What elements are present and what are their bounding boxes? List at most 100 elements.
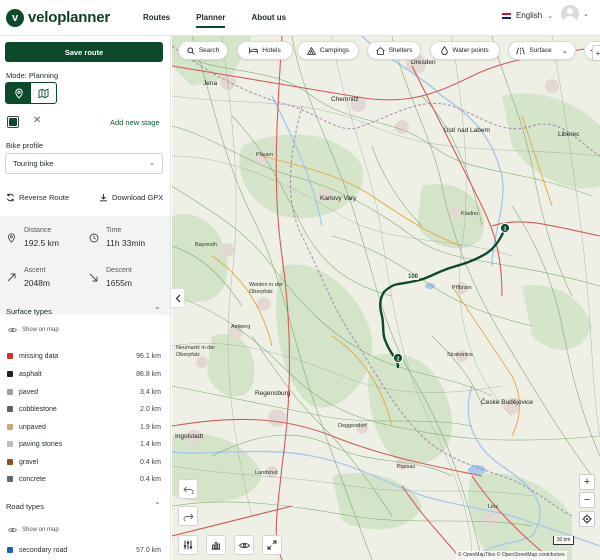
bar-chart-icon [211,542,221,550]
undo-icon [182,486,193,494]
place-label: České Budějovice [481,399,534,406]
search-chip[interactable]: Search [178,41,228,60]
chevron-down-icon: ⌄ [561,47,568,55]
map-attribution[interactable]: © OpenMapTiles © OpenStreetMap contribut… [456,551,567,560]
ascent-label: Ascent [24,267,46,274]
extra-control-button[interactable]: + [592,45,600,61]
show-on-map-label: Show on map [22,527,59,533]
undo-button[interactable] [178,479,198,499]
chevron-down-icon: ⌄ [583,11,589,18]
eye-icon [8,328,17,332]
eye-icon [238,542,250,548]
show-on-map-label: Show on map [22,327,59,333]
place-label: Linz [488,504,499,510]
map-canvas[interactable]: 1 2 100 [172,36,600,560]
road-show-on-map-toggle[interactable]: Show on map [8,527,59,533]
chevron-up-icon[interactable]: ⌃ [154,306,161,315]
chip-label: Campings [319,47,350,54]
stage-color-swatch[interactable] [7,116,19,128]
visibility-button[interactable] [234,535,254,555]
elevation-chart-button[interactable] [206,535,226,555]
download-gpx-label: Download GPX [112,193,164,202]
planning-mode-button[interactable] [6,83,31,103]
surface-name: paving stones [19,440,63,448]
distance-stat: Distance 192.5 km [24,227,59,248]
reverse-route-button[interactable]: Reverse Route [6,193,69,202]
sliders-icon [183,540,193,550]
surface-chip[interactable]: Surface ⌄ [508,41,576,60]
chip-label: Water points [452,47,489,54]
place-label: Jena [203,80,218,87]
route-stats: Distance 192.5 km Time 11h 33min Ascent … [0,216,170,315]
surface-distance: 96.1 km [136,352,161,360]
surface-show-on-map-toggle[interactable]: Show on map [8,327,59,333]
surface-name: gravel [19,458,39,466]
ascent-arrow-icon [7,273,16,282]
bike-profile-select[interactable]: Touring bike ⌄ [5,153,163,174]
km-marker-label: 100 [407,274,420,280]
clock-icon [89,233,99,243]
close-icon[interactable]: ✕ [33,115,41,126]
time-value: 11h 33min [106,238,146,248]
locate-me-button[interactable] [579,511,595,527]
color-swatch [7,547,13,553]
chevron-down-icon: ⌄ [547,12,554,20]
color-swatch [7,389,13,395]
road-surface-icon [516,46,526,55]
language-selector[interactable]: English ⌄ [502,11,553,20]
settings-sliders-button[interactable] [178,535,198,555]
download-gpx-button[interactable]: Download GPX [99,193,163,202]
color-swatch [7,441,13,447]
collapse-sidebar-button[interactable] [171,288,185,308]
route-actions: Reverse Route Download GPX [6,193,164,205]
logo[interactable]: v veloplanner [6,8,110,27]
surface-distance: 3.4 km [139,388,161,396]
save-route-button[interactable]: Save route [5,42,163,62]
chevron-left-icon [175,294,180,302]
fullscreen-button[interactable] [262,535,282,555]
redo-button[interactable] [178,506,198,526]
mode-toggle [5,82,57,104]
chevron-down-icon: ⌄ [149,160,155,167]
ascent-stat: Ascent 2048m [24,267,50,288]
place-label: Dresden [411,59,436,66]
nav-planner[interactable]: Planner [183,0,238,36]
color-swatch [7,476,13,482]
water-points-chip[interactable]: Water points [430,41,500,60]
place-label: Regensburg [255,390,291,397]
legend-row: cobblestone 2.0 km [7,404,161,414]
legend-row: secondary road 57.0 km [7,545,161,555]
main-nav: Routes Planner About us [130,0,299,36]
place-label: Amberg [231,324,251,330]
reverse-icon [7,193,14,202]
place-label: Chemnitz [331,96,359,103]
logo-text: veloplanner [28,9,110,26]
zoom-out-button[interactable]: − [579,492,595,508]
ascent-value: 2048m [24,278,50,288]
zoom-in-button[interactable]: + [579,474,595,490]
nav-about-us[interactable]: About us [238,0,299,36]
map-pin-icon [14,87,23,99]
place-label: Liberec [558,131,580,138]
chevron-up-icon[interactable]: ⌃ [154,501,161,510]
surface-name: missing data [19,352,59,360]
surface-name: asphalt [19,370,42,378]
campings-chip[interactable]: Campings [297,41,359,60]
map-icon [38,88,49,98]
nav-routes[interactable]: Routes [130,0,183,36]
legend-row: concrete 0.4 km [7,474,161,484]
hotels-chip[interactable]: Hotels [237,41,293,60]
distance-value: 192.5 km [24,238,59,248]
chip-label: Surface [529,47,552,54]
map-mode-button[interactable] [31,83,56,103]
add-new-stage-link[interactable]: Add new stage [110,118,160,127]
road-name: secondary road [19,546,68,554]
user-menu[interactable]: ⌄ [561,5,589,23]
color-swatch [7,353,13,359]
shelters-chip[interactable]: Shelters [367,41,421,60]
surface-name: paved [19,388,39,396]
color-swatch [7,371,13,377]
waypoint-2-marker: 2 [392,352,404,364]
chip-label: Shelters [388,47,413,54]
place-label: Neumarkt in der Oberpfalz [176,345,216,358]
